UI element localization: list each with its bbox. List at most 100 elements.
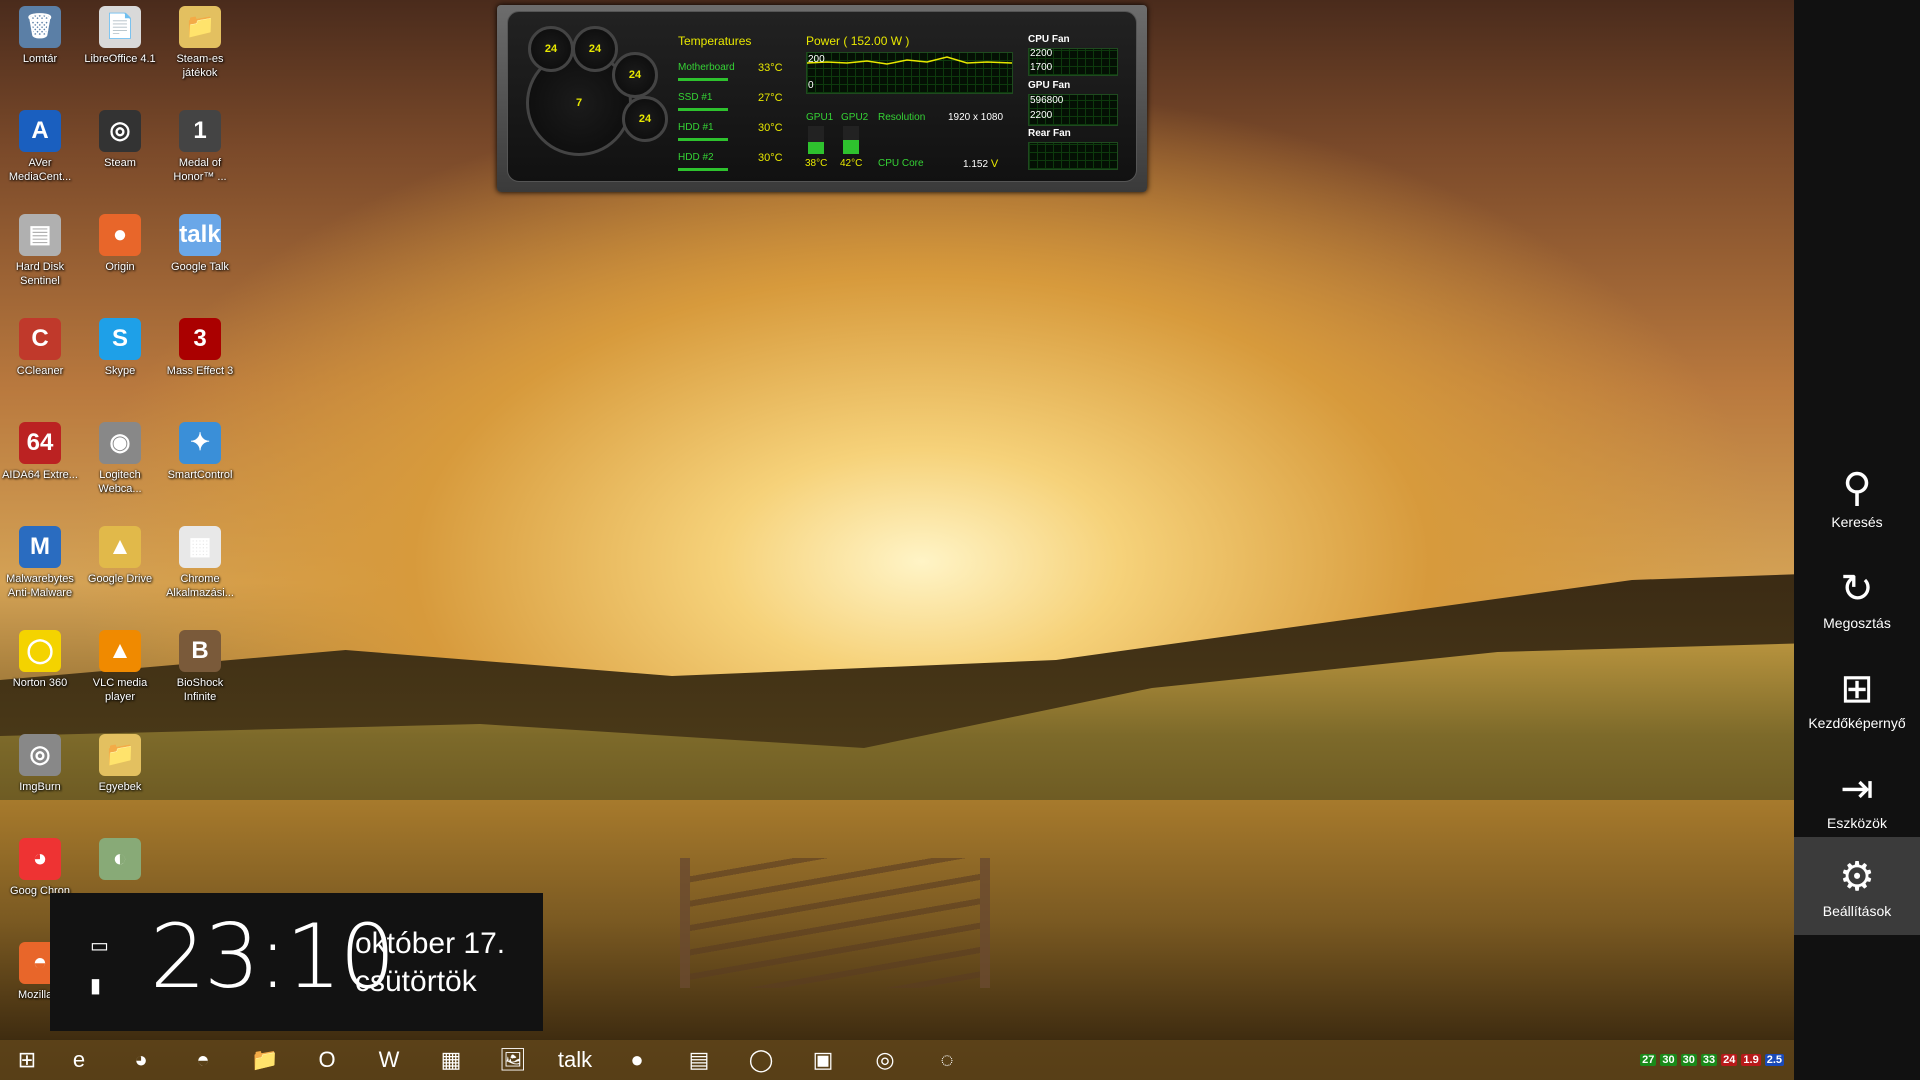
desktop-icon-label: Norton 360 (12, 677, 68, 689)
taskbar-chrome[interactable]: ◕ (114, 1042, 168, 1078)
taskbar-google-talk[interactable]: talk (548, 1042, 602, 1078)
cpu-core-value: 1.152 V (963, 158, 999, 170)
desktop-icon-glyph: B (179, 630, 221, 672)
desktop-icon[interactable]: ▲ VLC media player (82, 630, 158, 704)
desktop-icon-label: ImgBurn (19, 781, 61, 793)
tray-sensor-readout[interactable]: 27 (1640, 1054, 1657, 1066)
desktop-icon[interactable]: 📁 Steam-es játékok (162, 6, 238, 80)
desktop-icon[interactable]: 📄 LibreOffice 4.1 (82, 6, 158, 66)
charm-devices[interactable]: ⇥ Eszközök (1794, 749, 1920, 847)
tray-sensor-readout[interactable]: 30 (1680, 1054, 1697, 1066)
temp-row-name: Motherboard (678, 62, 735, 73)
taskbar-remote[interactable]: ◌ (920, 1042, 974, 1078)
power-graph (806, 52, 1013, 94)
taskbar-word[interactable]: W (362, 1042, 416, 1078)
gauge-2: 24 (572, 26, 618, 72)
rear-fan-label: Rear Fan (1028, 128, 1071, 139)
network-icon: ▭ (90, 935, 109, 957)
tray-sensor-readout[interactable]: 1.9 (1741, 1054, 1761, 1066)
desktop-icon[interactable]: ◎ ImgBurn (2, 734, 78, 794)
temp-row-name: HDD #2 (678, 152, 714, 163)
charm-share[interactable]: ↻ Megosztás (1794, 549, 1920, 647)
desktop-icon[interactable]: S Skype (82, 318, 158, 378)
tray-sensor-readout[interactable]: 2.5 (1764, 1054, 1784, 1066)
desktop-icon[interactable]: ◕ Goog Chron (2, 838, 78, 898)
charm-search[interactable]: ⚲ Keresés (1794, 448, 1920, 546)
power-icon: ▮ (90, 975, 102, 997)
desktop-icon[interactable]: ◉ Logitech Webca... (82, 422, 158, 496)
gpu2-bar (843, 126, 859, 154)
gpu-fan-top: 596800 (1030, 95, 1064, 106)
desktop-icon[interactable]: 1 Medal of Honor™ ... (162, 110, 238, 184)
desktop-icon[interactable]: ◐ (82, 838, 158, 884)
hardware-monitor-gadget[interactable]: 7 24 24 24 24 Temperatures Motherboard 33… (497, 5, 1147, 192)
desktop-icon[interactable]: ▦ Chrome Alkalmazási... (162, 526, 238, 600)
charm-windows[interactable]: ⊞ Kezdőképernyő (1794, 649, 1920, 747)
desktop-icon[interactable]: ▲ Google Drive (82, 526, 158, 586)
cpu-fan-label: CPU Fan (1028, 34, 1070, 45)
desktop-icon-label: Steam (104, 157, 136, 169)
tray-sensor-readout[interactable]: 33 (1700, 1054, 1718, 1066)
desktop-icon[interactable]: 🗑 Lomtár (2, 6, 78, 66)
taskbar-norton[interactable]: ◯ (734, 1042, 788, 1078)
desktop-icon[interactable]: A AVer MediaCent... (2, 110, 78, 184)
taskbar-outlook[interactable]: O (300, 1042, 354, 1078)
temp-row-value: 27°C (758, 92, 783, 104)
taskbar-start-button[interactable]: ⊞ (0, 1042, 54, 1078)
desktop-icon-glyph: ◕ (19, 838, 61, 880)
power-value: 152.00 W (850, 34, 903, 48)
gear-icon: ⚙ (1839, 855, 1875, 899)
desktop-icon-label: SmartControl (167, 469, 233, 481)
desktop-icon[interactable]: C CCleaner (2, 318, 78, 378)
desktop-icon[interactable]: 64 AIDA64 Extre... (2, 422, 78, 482)
desktop-icon[interactable]: M Malwarebytes Anti-Malware (2, 526, 78, 600)
desktop-icon[interactable]: 3 Mass Effect 3 (162, 318, 238, 378)
temp-row-bar (678, 168, 728, 171)
taskbar-photo-viewer[interactable]: 🖼 (486, 1042, 540, 1078)
desktop-icon-glyph: A (19, 110, 61, 152)
cpu-fan-top: 2200 (1030, 48, 1053, 59)
gpu-fan-bottom: 2200 (1030, 110, 1053, 121)
taskbar-control-panel[interactable]: ▦ (424, 1042, 478, 1078)
clock-overlay: ▭ ▮ 23:10 október 17. csütörtök (50, 893, 543, 1031)
desktop-icon-glyph: 📁 (179, 6, 221, 48)
clock-date: október 17. csütörtök (355, 925, 505, 1001)
gpu2-temp: 42°C (840, 158, 863, 169)
desktop-icon-glyph: talk (179, 214, 221, 256)
taskbar-origin[interactable]: ● (610, 1042, 664, 1078)
tray-sensor-readout[interactable]: 30 (1660, 1054, 1677, 1066)
desktop-icon[interactable]: ◯ Norton 360 (2, 630, 78, 690)
cpu-core-label: CPU Core (878, 158, 924, 169)
desktop-icon[interactable]: ◎ Steam (82, 110, 158, 170)
taskbar-firefox[interactable]: ◓ (176, 1042, 230, 1078)
desktop-icon-glyph: ◎ (19, 734, 61, 776)
desktop-icon-label: Chrome Alkalmazási... (166, 573, 234, 599)
desktop-icon-label: Egyebek (98, 781, 142, 793)
taskbar-store[interactable]: ▣ (796, 1042, 850, 1078)
charm-gear[interactable]: ⚙ Beállítások (1794, 837, 1920, 935)
desktop-icon-glyph: 64 (19, 422, 61, 464)
taskbar-steam[interactable]: ◎ (858, 1042, 912, 1078)
desktop-icon-glyph: ▲ (99, 630, 141, 672)
charms-bar: ⚲ Keresés ↻ Megosztás ⊞ Kezdőképernyő ⇥ Eszközö… (1794, 0, 1920, 1080)
temp-row-bar (678, 78, 728, 81)
gauge-4: 24 (622, 96, 668, 142)
temperatures-title: Temperatures (678, 34, 752, 48)
taskbar-hard-disk-sentinel[interactable]: ▤ (672, 1042, 726, 1078)
resolution-label: Resolution (878, 112, 926, 123)
desktop-icon-label: Origin (105, 261, 135, 273)
desktop-icon-glyph: 1 (179, 110, 221, 152)
taskbar-internet-explorer[interactable]: e (52, 1042, 106, 1078)
desktop-icon-glyph: ● (99, 214, 141, 256)
desktop-icon[interactable]: ✦ SmartControl (162, 422, 238, 482)
desktop-icon[interactable]: 📁 Egyebek (82, 734, 158, 794)
desktop-icon[interactable]: ● Origin (82, 214, 158, 274)
desktop-icon[interactable]: talk Google Talk (162, 214, 238, 274)
desktop-icon-label: AVer MediaCent... (8, 157, 72, 183)
cpu-fan-bottom: 1700 (1030, 62, 1053, 73)
desktop-icon-label: LibreOffice 4.1 (84, 53, 156, 65)
taskbar-file-explorer[interactable]: 📁 (238, 1042, 292, 1078)
tray-sensor-readout[interactable]: 24 (1721, 1054, 1738, 1066)
desktop-icon[interactable]: B BioShock Infinite (162, 630, 238, 704)
desktop-icon[interactable]: ▤ Hard Disk Sentinel (2, 214, 78, 288)
